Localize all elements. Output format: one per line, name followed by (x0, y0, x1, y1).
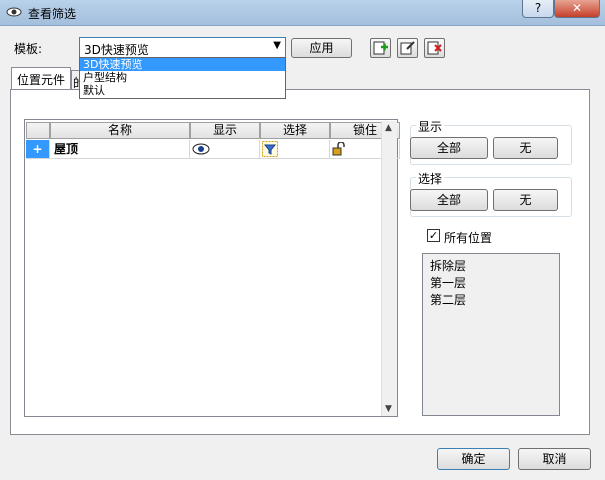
list-item[interactable]: 拆除层 (430, 258, 552, 275)
grid-corner-header (26, 122, 50, 139)
chevron-down-icon[interactable]: ▼ (273, 40, 281, 51)
close-button[interactable]: ✕ (554, 0, 600, 18)
row-select-cell[interactable] (260, 140, 330, 159)
ok-button[interactable]: 确定 (437, 448, 510, 470)
new-template-button[interactable] (370, 38, 391, 58)
template-option[interactable]: 默认 (80, 84, 285, 97)
template-option[interactable]: 3D快速预览 (80, 58, 285, 71)
delete-icon (425, 41, 444, 60)
cancel-button[interactable]: 取消 (518, 448, 591, 470)
title-bar: 查看筛选 ? ✕ (0, 0, 605, 26)
row-display-cell[interactable] (190, 140, 260, 159)
list-item[interactable]: 第二层 (430, 292, 552, 309)
filter-icon[interactable] (262, 141, 278, 160)
display-none-button[interactable]: 无 (493, 137, 558, 159)
window-title: 查看筛选 (28, 7, 77, 21)
column-header-display[interactable]: 显示 (190, 122, 260, 139)
template-label: 模板: (14, 42, 43, 56)
select-none-button[interactable]: 无 (493, 189, 558, 211)
edit-icon (398, 41, 417, 60)
column-header-select[interactable]: 选择 (260, 122, 330, 139)
row-name[interactable]: 屋顶 (50, 140, 190, 159)
checkmark-icon: ✓ (428, 229, 439, 242)
template-dropdown[interactable]: 3D快速预览 ▼ (79, 37, 286, 58)
eye-icon (6, 4, 22, 20)
column-header-name[interactable]: 名称 (50, 122, 190, 139)
all-locations-label[interactable]: 所有位置 (444, 229, 492, 246)
grid-scrollbar[interactable]: ▲ ▼ (381, 121, 397, 416)
template-options-list: 3D快速预览 户型结构 默认 (79, 57, 286, 99)
scroll-up-icon[interactable]: ▲ (385, 123, 392, 133)
display-all-button[interactable]: 全部 (410, 137, 488, 159)
scroll-down-icon[interactable]: ▼ (385, 404, 392, 414)
unlock-icon[interactable] (332, 141, 348, 159)
template-selected: 3D快速预览 (84, 43, 149, 57)
add-icon (371, 41, 390, 60)
list-item[interactable]: 第一层 (430, 275, 552, 292)
tab-location-elements[interactable]: 位置元件 (11, 67, 71, 90)
edit-template-button[interactable] (397, 38, 418, 58)
help-button[interactable]: ? (522, 0, 554, 18)
select-all-button[interactable]: 全部 (410, 189, 488, 211)
element-grid: 名称 显示 选择 锁住 + 屋顶 ▲ ▼ (24, 119, 400, 417)
display-group-title: 显示 (416, 118, 445, 135)
all-locations-checkbox[interactable]: ✓ (427, 229, 440, 242)
eye-icon[interactable] (192, 143, 210, 159)
row-expander[interactable]: + (26, 140, 50, 159)
apply-button[interactable]: 应用 (291, 38, 352, 58)
select-group-title: 选择 (416, 170, 445, 187)
template-option[interactable]: 户型结构 (80, 71, 285, 84)
delete-template-button[interactable] (424, 38, 445, 58)
locations-list: 拆除层 第一层 第二层 (422, 253, 560, 416)
